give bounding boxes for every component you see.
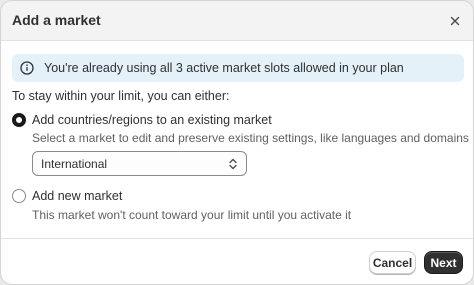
- close-icon[interactable]: [445, 11, 465, 31]
- info-banner: You're already using all 3 active market…: [12, 54, 464, 82]
- dialog-footer: Cancel Next: [1, 238, 473, 284]
- option-new-market-description: This market won't count toward your limi…: [32, 208, 352, 222]
- next-button[interactable]: Next: [424, 251, 463, 274]
- option-existing-market-description: Select a market to edit and preserve exi…: [32, 131, 469, 145]
- market-select-value: International: [41, 157, 108, 171]
- market-select[interactable]: International: [32, 151, 247, 176]
- cancel-button[interactable]: Cancel: [369, 251, 416, 274]
- chevron-updown-icon: [228, 157, 238, 171]
- dialog-title: Add a market: [12, 12, 101, 28]
- banner-text: You're already using all 3 active market…: [44, 61, 404, 75]
- radio-existing-market[interactable]: [12, 113, 26, 127]
- intro-text: To stay within your limit, you can eithe…: [12, 89, 230, 103]
- dialog-header: Add a market: [1, 1, 473, 41]
- option-new-market-label[interactable]: Add new market: [32, 189, 122, 203]
- option-existing-market-label[interactable]: Add countries/regions to an existing mar…: [32, 113, 272, 127]
- add-market-dialog: Add a market You're already using all 3 …: [0, 0, 474, 285]
- info-icon: [20, 61, 34, 75]
- radio-new-market[interactable]: [12, 189, 26, 203]
